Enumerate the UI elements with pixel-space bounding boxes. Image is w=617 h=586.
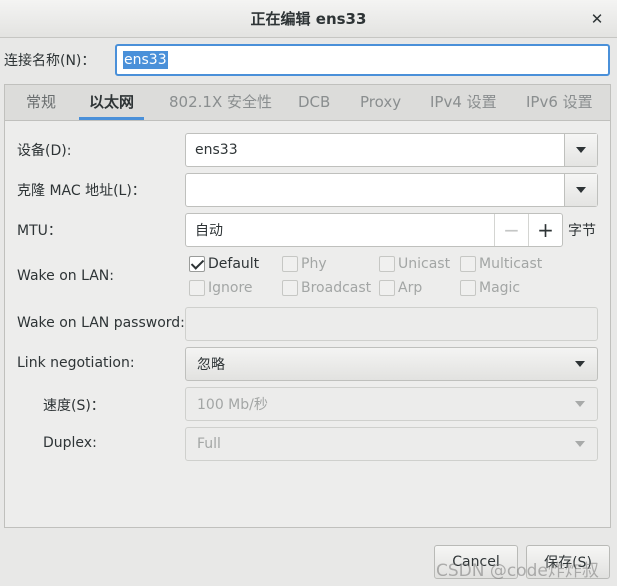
title-bar: 正在编辑 ens33 — [0, 0, 617, 38]
tab-ipv6-settings[interactable]: IPv6 设置 — [526, 85, 593, 120]
tab-general[interactable]: 常规 — [26, 85, 56, 120]
tab-ethernet[interactable]: 以太网 — [78, 85, 145, 120]
wol-phy-label: Phy — [301, 256, 327, 272]
chevron-down-icon — [575, 401, 585, 407]
wol-unicast-checkbox[interactable]: Unicast — [379, 256, 450, 272]
cloned-mac-combo[interactable] — [185, 173, 598, 207]
wol-magic-label: Magic — [479, 280, 521, 296]
chevron-down-icon — [575, 441, 585, 447]
wol-default-label: Default — [208, 256, 260, 272]
checkbox-checked-icon — [189, 256, 205, 272]
connection-name-value: ens33 — [123, 51, 168, 69]
link-negotiation-select[interactable]: 忽略 — [185, 347, 598, 381]
checkbox-icon — [379, 280, 395, 296]
wol-ignore-checkbox[interactable]: Ignore — [189, 280, 253, 296]
checkbox-icon — [282, 256, 298, 272]
tab-dcb[interactable]: DCB — [298, 85, 330, 120]
duplex-label: Duplex: — [43, 435, 97, 451]
checkbox-icon — [282, 280, 298, 296]
chevron-down-icon — [576, 147, 586, 153]
checkbox-icon — [379, 256, 395, 272]
link-negotiation-value: 忽略 — [197, 357, 225, 373]
wol-magic-checkbox[interactable]: Magic — [460, 280, 520, 296]
link-negotiation-label: Link negotiation: — [17, 355, 135, 371]
wol-unicast-label: Unicast — [398, 256, 451, 272]
speed-value: 100 Mb/秒 — [197, 397, 268, 413]
tab-bar: 常规 以太网 802.1X 安全性 DCB Proxy IPv4 设置 IPv6… — [4, 84, 611, 120]
mtu-unit-label: 字节 — [568, 223, 596, 239]
chevron-down-icon — [576, 187, 586, 193]
watermark-text: CSDN @code炸炸叔 — [436, 561, 599, 581]
wol-password-label: Wake on LAN password: — [17, 315, 185, 331]
device-dropdown-button[interactable] — [564, 134, 597, 166]
wol-broadcast-label: Broadcast — [301, 280, 372, 296]
wol-ignore-label: Ignore — [208, 280, 253, 296]
wol-phy-checkbox[interactable]: Phy — [282, 256, 327, 272]
cloned-mac-dropdown-button[interactable] — [564, 174, 597, 206]
tab-ipv4-settings[interactable]: IPv4 设置 — [430, 85, 497, 120]
wol-password-input[interactable] — [185, 307, 598, 341]
checkbox-icon — [460, 280, 476, 296]
wol-label: Wake on LAN: — [17, 268, 114, 284]
device-combo[interactable]: ens33 — [185, 133, 598, 167]
mtu-value: 自动 — [195, 223, 223, 239]
window-title: 正在编辑 ens33 — [250, 10, 367, 28]
mtu-spinbox[interactable]: 自动 − + — [185, 213, 563, 247]
mtu-increment-button[interactable]: + — [528, 214, 562, 246]
device-value: ens33 — [195, 142, 238, 158]
cloned-mac-label: 克隆 MAC 地址(L)： — [17, 183, 146, 199]
duplex-select[interactable]: Full — [185, 427, 598, 461]
speed-label: 速度(S)： — [43, 398, 105, 414]
wol-arp-label: Arp — [398, 280, 423, 296]
duplex-value: Full — [197, 436, 221, 452]
tab-proxy[interactable]: Proxy — [360, 85, 401, 120]
connection-name-label: 连接名称(N)： — [4, 53, 96, 69]
checkbox-icon — [460, 256, 476, 272]
wol-multicast-checkbox[interactable]: Multicast — [460, 256, 542, 272]
mtu-decrement-button[interactable]: − — [494, 214, 528, 246]
wol-broadcast-checkbox[interactable]: Broadcast — [282, 280, 371, 296]
chevron-down-icon — [575, 361, 585, 367]
speed-select[interactable]: 100 Mb/秒 — [185, 387, 598, 421]
wol-multicast-label: Multicast — [479, 256, 543, 272]
checkbox-icon — [189, 280, 205, 296]
connection-name-input[interactable]: ens33 — [115, 44, 610, 76]
wol-default-checkbox[interactable]: Default — [189, 256, 259, 272]
wol-arp-checkbox[interactable]: Arp — [379, 280, 422, 296]
device-label: 设备(D): — [17, 143, 72, 159]
tab-8021x-security[interactable]: 802.1X 安全性 — [169, 85, 272, 120]
mtu-label: MTU： — [17, 223, 62, 239]
close-icon[interactable]: ✕ — [587, 9, 607, 29]
